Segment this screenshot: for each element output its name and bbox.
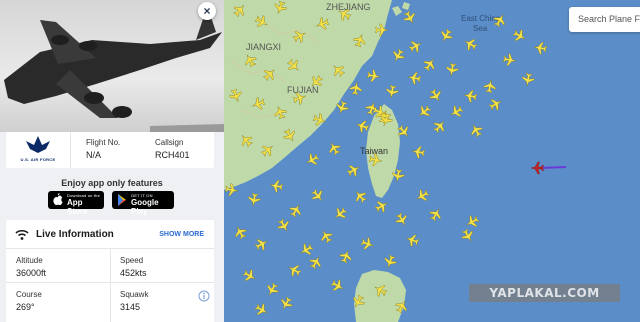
selected-flight-track — [539, 166, 567, 169]
live-information-header: Live Information SHOW MORE — [6, 220, 214, 249]
app-store-label: App Store — [67, 198, 88, 216]
squawk-label: Squawk — [120, 290, 149, 299]
label-taiwan: Taiwan — [360, 146, 388, 156]
airline-logo: U.S. AIR FORCE — [6, 132, 71, 168]
altitude-value: 36000ft — [16, 268, 47, 278]
label-east-china-sea-line-2: Sea — [473, 24, 488, 33]
google-play-button[interactable]: GET IT ON Google Play — [112, 191, 174, 216]
callsign-field: Callsign RCH401 — [155, 138, 190, 160]
luzon-island — [354, 270, 406, 322]
live-information-title: Live Information — [36, 229, 114, 240]
course-value: 269° — [16, 302, 35, 312]
squawk-value: 3145 — [120, 302, 141, 312]
google-play-icon — [118, 194, 126, 206]
aircraft-photo: × — [0, 0, 224, 132]
app-promo-text: Enjoy app only features — [61, 178, 163, 188]
speed-cell: Speed 452kts — [110, 248, 214, 282]
squawk-cell: Squawk 3145 — [110, 282, 214, 316]
course-cell: Course 269° — [6, 282, 110, 316]
live-information-card: Live Information SHOW MORE Altitude 3600… — [6, 220, 214, 322]
label-jiangxi: JIANGXI — [246, 42, 281, 52]
altitude-label: Altitude — [16, 256, 43, 265]
apple-icon — [53, 193, 63, 206]
course-label: Course — [16, 290, 42, 299]
speed-value: 452kts — [120, 268, 147, 278]
airline-logo-text: U.S. AIR FORCE — [20, 157, 56, 162]
flight-info-card: U.S. AIR FORCE Flight No. N/A Callsign R… — [6, 132, 214, 168]
aircraft-photo-image — [4, 14, 224, 132]
info-icon[interactable] — [198, 290, 210, 302]
callsign-value: RCH401 — [155, 150, 190, 160]
app-store-button[interactable]: Download on the App Store — [48, 191, 104, 216]
google-play-label: Google Play — [131, 198, 159, 216]
watermark: YAPLAKAL.COM — [469, 284, 620, 302]
callsign-label: Callsign — [155, 138, 184, 147]
wifi-icon — [15, 229, 29, 240]
label-fujian: FUJIAN — [287, 85, 319, 95]
flight-number-value: N/A — [86, 150, 102, 160]
flight-info-panel: × U.S. AIR FORCE Flight No. N/A Callsign… — [0, 0, 224, 322]
speed-label: Speed — [120, 256, 144, 265]
flight-number-field: Flight No. N/A — [86, 138, 120, 160]
flight-number-label: Flight No. — [86, 138, 121, 147]
altitude-cell: Altitude 36000ft — [6, 248, 110, 282]
close-button[interactable]: × — [198, 2, 216, 20]
us-air-force-logo-icon — [26, 136, 50, 153]
search-placeholder: Search Plane F — [578, 14, 640, 24]
show-more-button[interactable]: SHOW MORE — [159, 231, 204, 238]
search-box[interactable]: Search Plane F — [569, 7, 640, 32]
